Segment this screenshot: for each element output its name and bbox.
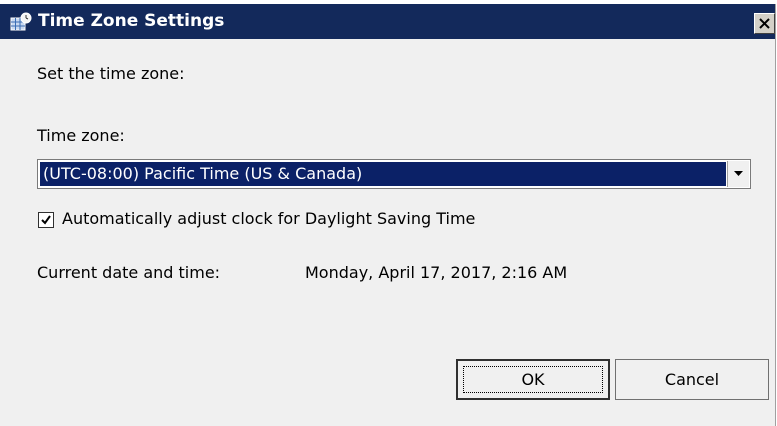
dst-checkbox[interactable] (38, 212, 54, 228)
timezone-dropdown[interactable]: (UTC-08:00) Pacific Time (US & Canada) (37, 159, 751, 189)
timezone-selected-value: (UTC-08:00) Pacific Time (US & Canada) (40, 162, 726, 186)
cancel-button-label: Cancel (664, 370, 720, 389)
prompt-label: Set the time zone: (37, 64, 185, 83)
time-zone-dialog: Time Zone Settings Set the time zone: Ti… (0, 4, 776, 426)
window-title: Time Zone Settings (38, 11, 225, 31)
dst-checkbox-label[interactable]: Automatically adjust clock for Daylight … (62, 209, 475, 228)
clock-globe-icon (10, 12, 32, 32)
focus-rectangle (463, 366, 603, 393)
dropdown-button[interactable] (727, 161, 749, 187)
cancel-button[interactable]: Cancel (615, 359, 769, 400)
close-button[interactable] (754, 13, 775, 34)
title-bar[interactable]: Time Zone Settings (0, 4, 775, 39)
current-datetime-value: Monday, April 17, 2017, 2:16 AM (305, 263, 568, 282)
ok-button[interactable]: OK (456, 359, 610, 400)
current-datetime-label: Current date and time: (37, 263, 221, 282)
timezone-label: Time zone: (37, 126, 125, 145)
